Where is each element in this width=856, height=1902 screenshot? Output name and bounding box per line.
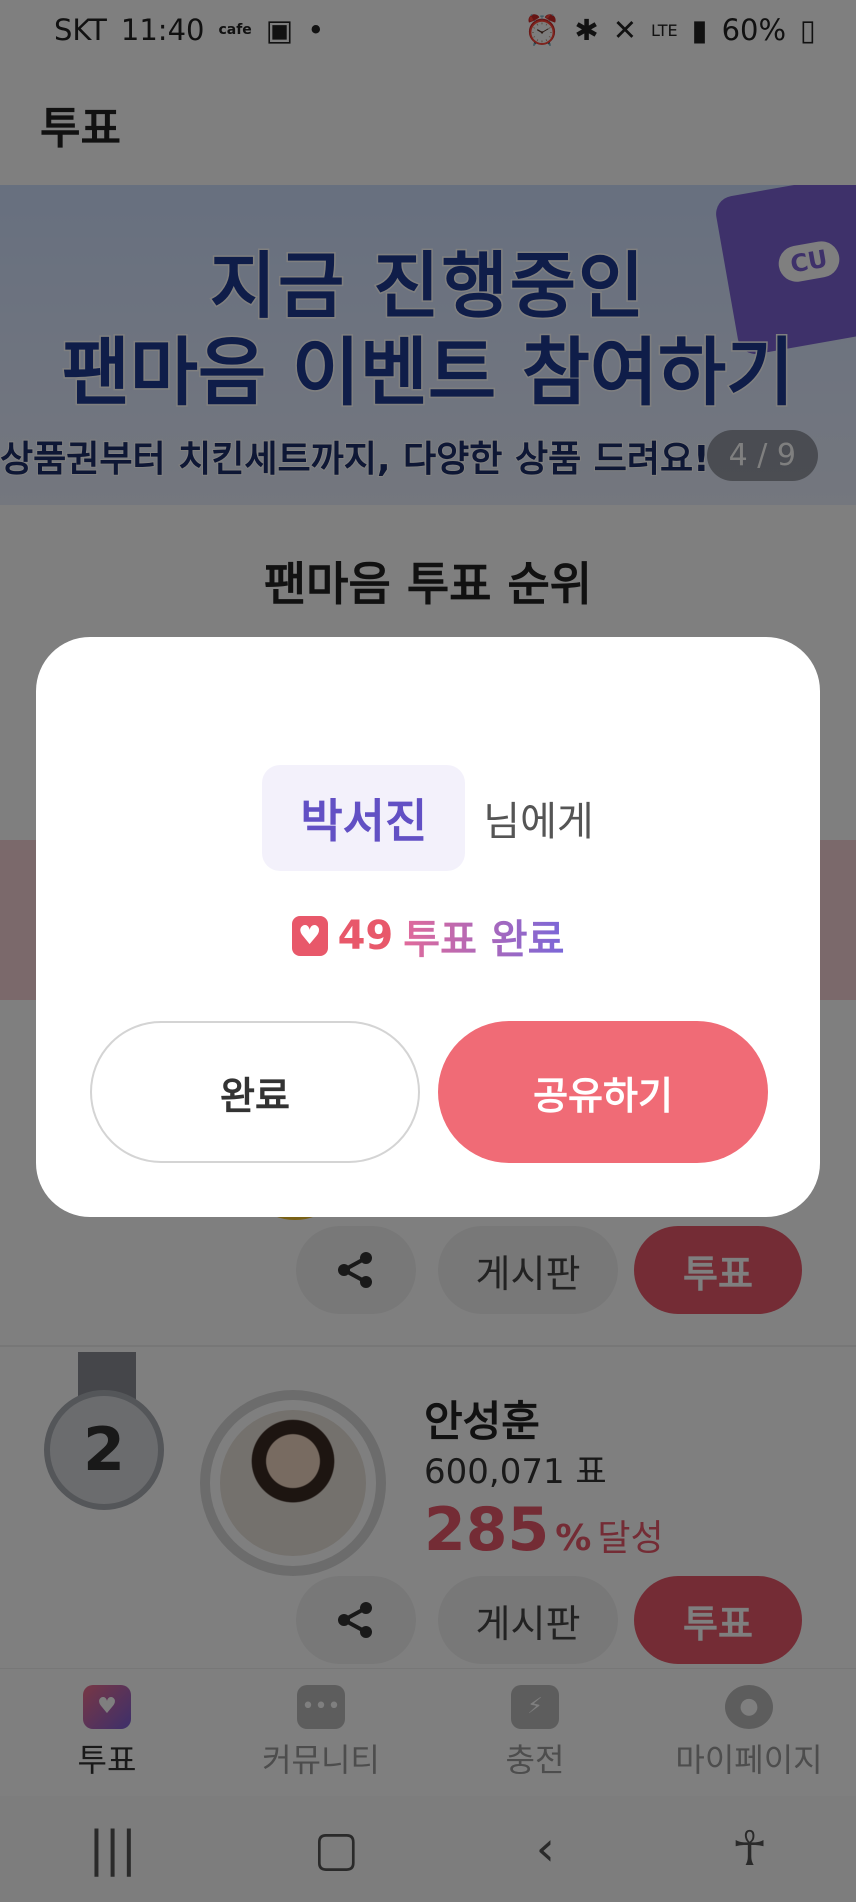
- vote-count: 49: [337, 913, 394, 959]
- heart-icon: ♥: [291, 916, 328, 956]
- done-button[interactable]: 완료: [90, 1021, 420, 1163]
- vote-result: ♥ 49 투표 완료: [36, 907, 820, 965]
- recipient-name: 박서진: [262, 765, 466, 871]
- share-button[interactable]: 공유하기: [438, 1021, 768, 1163]
- vote-complete-dialog: 박서진 님에게 ♥ 49 투표 완료 완료 공유하기: [36, 637, 820, 1217]
- recipient-suffix: 님에게: [483, 799, 594, 845]
- recipient-row: 박서진 님에게: [36, 765, 820, 871]
- vote-complete-text: 투표 완료: [403, 907, 564, 965]
